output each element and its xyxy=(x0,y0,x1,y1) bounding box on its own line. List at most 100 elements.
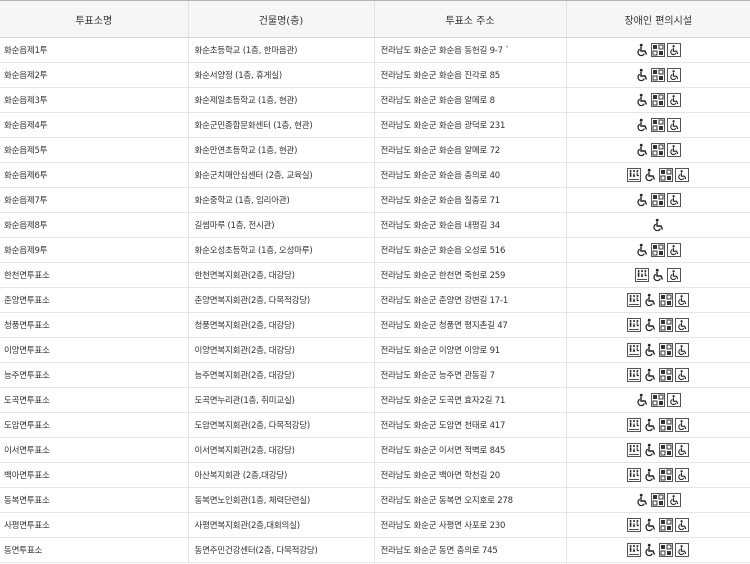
table-header-row: 투표소명 건물명(층) 투표소 주소 장애인 편의시설 xyxy=(0,0,750,38)
wheelchair-icon xyxy=(643,293,657,307)
building-cell: 화순제일초등학교 (1층, 현관) xyxy=(187,87,374,113)
accessible-restroom-icon xyxy=(627,443,642,457)
accessible-restroom-icon xyxy=(627,543,642,557)
building-cell: 화순서양정 (1층, 휴게실) xyxy=(187,62,374,88)
wheelchair-icon xyxy=(643,418,657,432)
address-cell: 전라남도 화순군 동면 충의로 745 xyxy=(373,537,566,563)
building-cell: 화순초등학교 (1층, 한마음관) xyxy=(187,37,374,63)
accessible-restroom-icon xyxy=(627,468,642,482)
facilities-cell xyxy=(565,162,750,188)
table-row: 동복면투표소 동복면노인회관(1층, 체력단련실) 전라남도 화순군 동복면 오지호… xyxy=(0,487,750,513)
header-station-name: 투표소명 xyxy=(0,0,188,38)
facilities-cell xyxy=(565,62,750,88)
facilities-cell xyxy=(565,387,750,413)
braille-block-icon xyxy=(651,493,666,507)
wheelchair-icon xyxy=(635,393,649,407)
braille-block-icon xyxy=(659,443,674,457)
table-row: 백아면투표소 아산복지회관 (2층,대강당) 전라남도 화순군 백아면 학천길 20 xyxy=(0,462,750,488)
station-name-cell: 화순읍제4투 xyxy=(0,112,188,138)
facilities-cell xyxy=(565,412,750,438)
building-cell: 한천면복지회관(2층, 대강당) xyxy=(187,262,374,288)
table-row: 도곡면투표소 도곡면누리관(1층, 취미교실) 전라남도 화순군 도곡면 효자2길 … xyxy=(0,387,750,413)
building-cell: 아산복지회관 (2층,대강당) xyxy=(187,462,374,488)
accessible-parking-icon xyxy=(675,443,690,457)
wheelchair-icon xyxy=(643,343,657,357)
station-name-cell: 화순읍제3투 xyxy=(0,87,188,113)
table-row: 화순읍제9투 화순오성초등학교 (1층, 오성마루) 전라남도 화순군 화순읍 오성… xyxy=(0,237,750,263)
address-cell: 전라남도 화순군 동복면 오지호로 278 xyxy=(373,487,566,513)
accessible-restroom-icon xyxy=(627,418,642,432)
wheelchair-icon xyxy=(635,143,649,157)
facilities-cell xyxy=(565,212,750,238)
accessible-parking-icon xyxy=(675,368,690,382)
braille-block-icon xyxy=(659,418,674,432)
station-name-cell: 동복면투표소 xyxy=(0,487,188,513)
station-name-cell: 사평면투표소 xyxy=(0,512,188,538)
building-cell: 화순만연초등학교 (1층, 현관) xyxy=(187,137,374,163)
table-row: 화순읍제3투 화순제일초등학교 (1층, 현관) 전라남도 화순군 화순읍 알메로 … xyxy=(0,87,750,113)
station-name-cell: 춘양면투표소 xyxy=(0,287,188,313)
accessible-parking-icon xyxy=(667,143,682,157)
building-cell: 도곡면누리관(1층, 취미교실) xyxy=(187,387,374,413)
table-row: 한천면투표소 한천면복지회관(2층, 대강당) 전라남도 화순군 한천면 죽헌로 2… xyxy=(0,262,750,288)
facilities-cell xyxy=(565,262,750,288)
building-cell: 화순군치매안심센터 (2층, 교육실) xyxy=(187,162,374,188)
building-cell: 청풍면복지회관(2층, 대강당) xyxy=(187,312,374,338)
address-cell: 전라남도 화순군 화순읍 내평길 34 xyxy=(373,212,566,238)
braille-block-icon xyxy=(659,168,674,182)
facilities-cell xyxy=(565,237,750,263)
accessible-parking-icon xyxy=(667,268,682,282)
wheelchair-icon xyxy=(643,318,657,332)
address-cell: 전라남도 화순군 화순읍 충의로 40 xyxy=(373,162,566,188)
wheelchair-icon xyxy=(643,543,657,557)
table-row: 화순읍제5투 화순만연초등학교 (1층, 현관) 전라남도 화순군 화순읍 알메로 … xyxy=(0,137,750,163)
table-row: 능주면투표소 능주면복지회관(2층, 대강당) 전라남도 화순군 능주면 관동길 7 xyxy=(0,362,750,388)
building-cell: 길썸마루 (1층, 전시관) xyxy=(187,212,374,238)
accessible-restroom-icon xyxy=(627,318,642,332)
building-cell: 도암면복지회관(2층, 다목적강당) xyxy=(187,412,374,438)
building-cell: 화순군민종합문화센터 (1층, 현관) xyxy=(187,112,374,138)
address-cell: 전라남도 화순군 한천면 죽헌로 259 xyxy=(373,262,566,288)
station-name-cell: 화순읍제9투 xyxy=(0,237,188,263)
station-name-cell: 한천면투표소 xyxy=(0,262,188,288)
address-cell: 전라남도 화순군 청풍면 평지촌길 47 xyxy=(373,312,566,338)
wheelchair-icon xyxy=(643,468,657,482)
address-cell: 전라남도 화순군 이서면 적벽로 845 xyxy=(373,437,566,463)
accessible-parking-icon xyxy=(675,343,690,357)
facilities-cell xyxy=(565,337,750,363)
table-row: 화순읍제4투 화순군민종합문화센터 (1층, 현관) 전라남도 화순군 화순읍 광덕… xyxy=(0,112,750,138)
table-row: 화순읍제7투 화순중학교 (1층, 임리아관) 전라남도 화순군 화순읍 칠충로 7… xyxy=(0,187,750,213)
facilities-cell xyxy=(565,112,750,138)
accessible-parking-icon xyxy=(667,493,682,507)
header-facilities: 장애인 편의시설 xyxy=(565,0,750,38)
facilities-cell xyxy=(565,437,750,463)
station-name-cell: 이서면투표소 xyxy=(0,437,188,463)
station-name-cell: 청풍면투표소 xyxy=(0,312,188,338)
braille-block-icon xyxy=(651,93,666,107)
station-name-cell: 화순읍제8투 xyxy=(0,212,188,238)
braille-block-icon xyxy=(659,343,674,357)
accessible-parking-icon xyxy=(667,393,682,407)
address-cell: 전라남도 화순군 춘양면 강변길 17-1 xyxy=(373,287,566,313)
accessible-restroom-icon xyxy=(627,168,642,182)
station-name-cell: 동면투표소 xyxy=(0,537,188,563)
accessible-parking-icon xyxy=(675,468,690,482)
accessible-parking-icon xyxy=(667,93,682,107)
building-cell: 동복면노인회관(1층, 체력단련실) xyxy=(187,487,374,513)
facilities-cell xyxy=(565,312,750,338)
braille-block-icon xyxy=(651,118,666,132)
wheelchair-icon xyxy=(635,493,649,507)
building-cell: 사평면복지회관(2층,대회의실) xyxy=(187,512,374,538)
wheelchair-icon xyxy=(635,193,649,207)
building-cell: 춘양면복지회관(2층, 다목적강당) xyxy=(187,287,374,313)
address-cell: 전라남도 화순군 이양면 이양로 91 xyxy=(373,337,566,363)
facilities-cell xyxy=(565,512,750,538)
wheelchair-icon xyxy=(643,518,657,532)
station-name-cell: 이양면투표소 xyxy=(0,337,188,363)
braille-block-icon xyxy=(651,68,666,82)
station-name-cell: 도곡면투표소 xyxy=(0,387,188,413)
address-cell: 전라남도 화순군 사평면 사포로 230 xyxy=(373,512,566,538)
accessible-parking-icon xyxy=(675,168,690,182)
facilities-cell xyxy=(565,487,750,513)
wheelchair-icon xyxy=(651,218,665,232)
